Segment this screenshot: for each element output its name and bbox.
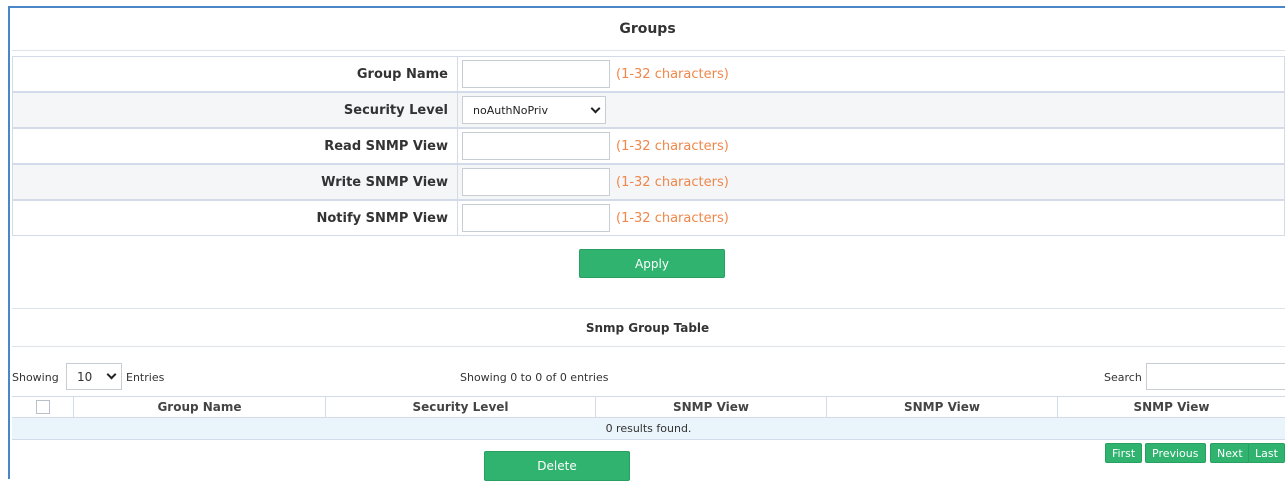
group-name-input[interactable] — [462, 60, 610, 88]
group-name-label: Group Name — [13, 57, 458, 91]
security-level-value: noAuthNoPriv — [473, 103, 548, 117]
group-name-hint: (1-32 characters) — [616, 66, 729, 82]
entries-label: Entries — [126, 371, 165, 384]
read-view-input[interactable] — [462, 132, 610, 160]
security-level-label: Security Level — [13, 93, 458, 127]
table-title: Snmp Group Table — [585, 321, 710, 335]
read-view-label: Read SNMP View — [13, 129, 458, 163]
search-label: Search — [1104, 371, 1142, 384]
delete-button[interactable]: Delete — [484, 451, 630, 481]
read-view-hint: (1-32 characters) — [616, 138, 729, 154]
column-header-snmp-view-read[interactable]: SNMP View — [596, 397, 827, 417]
write-view-input[interactable] — [462, 168, 610, 196]
pager-last-button[interactable]: Last — [1248, 443, 1285, 463]
table-header: Group Name Security Level SNMP View SNMP… — [12, 396, 1285, 418]
read-view-row: Read SNMP View (1-32 characters) — [12, 128, 1285, 164]
security-level-select[interactable]: noAuthNoPriv — [462, 96, 606, 124]
notify-view-input[interactable] — [462, 204, 610, 232]
entries-info: Showing 0 to 0 of 0 entries — [460, 371, 609, 384]
column-header-security-level[interactable]: Security Level — [326, 397, 596, 417]
notify-view-label: Notify SNMP View — [13, 201, 458, 235]
chevron-down-icon — [590, 103, 601, 113]
write-view-row: Write SNMP View (1-32 characters) — [12, 164, 1285, 200]
column-header-snmp-view-notify[interactable]: SNMP View — [1058, 397, 1285, 417]
notify-view-hint: (1-32 characters) — [616, 210, 729, 226]
column-header-snmp-view-write[interactable]: SNMP View — [827, 397, 1058, 417]
divider — [12, 346, 1285, 347]
security-level-row: Security Level noAuthNoPriv — [12, 92, 1285, 128]
notify-view-row: Notify SNMP View (1-32 characters) — [12, 200, 1285, 236]
select-all-checkbox[interactable] — [35, 400, 50, 414]
entries-value: 10 — [77, 369, 93, 384]
column-header-group-name[interactable]: Group Name — [74, 397, 326, 417]
groups-panel: Groups Group Name (1-32 characters) Secu… — [8, 6, 1285, 481]
page-title: Groups — [619, 21, 676, 37]
apply-button[interactable]: Apply — [579, 249, 725, 278]
chevron-down-icon — [106, 369, 117, 380]
showing-label: Showing — [12, 371, 59, 384]
search-input[interactable] — [1146, 363, 1285, 390]
empty-row: 0 results found. — [12, 418, 1285, 440]
divider — [12, 50, 1285, 51]
divider — [12, 308, 1285, 309]
write-view-hint: (1-32 characters) — [616, 174, 729, 190]
pager-next-button[interactable]: Next — [1210, 443, 1250, 463]
select-all-cell — [12, 397, 74, 417]
entries-select[interactable]: 10 — [66, 363, 122, 390]
pager-first-button[interactable]: First — [1105, 443, 1143, 463]
group-name-row: Group Name (1-32 characters) — [12, 56, 1285, 92]
pager-previous-button[interactable]: Previous — [1145, 443, 1206, 463]
write-view-label: Write SNMP View — [13, 165, 458, 199]
